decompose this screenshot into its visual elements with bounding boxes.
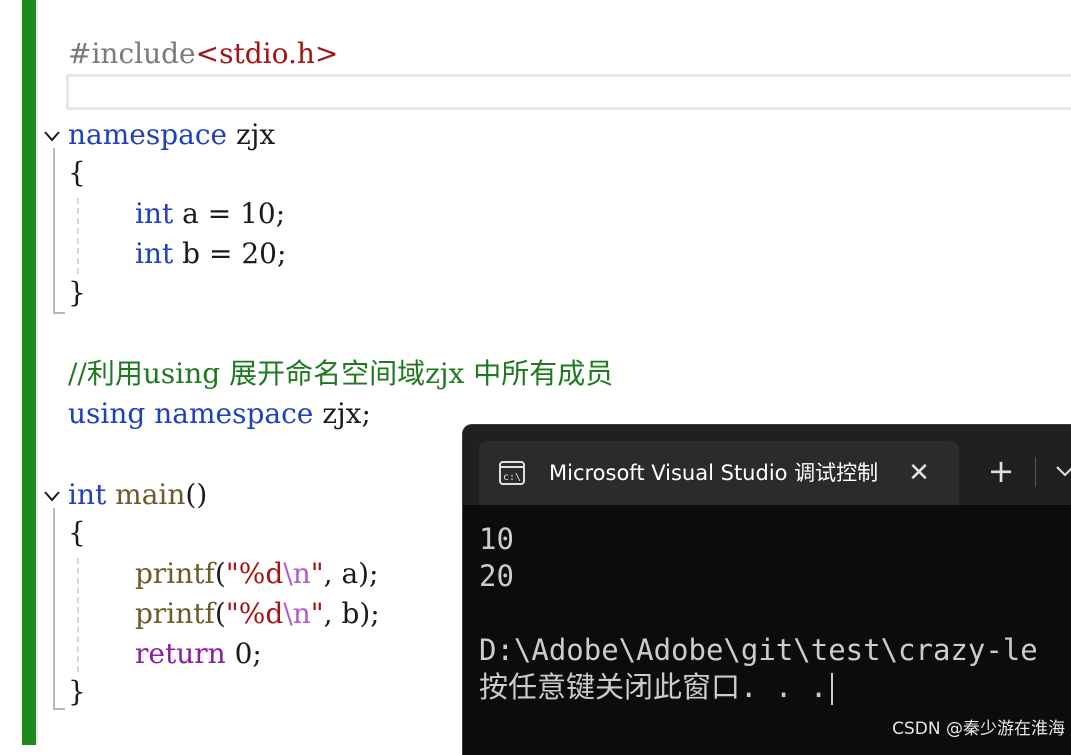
fold-end-main bbox=[53, 708, 65, 710]
using-line[interactable]: using namespace zjx; bbox=[68, 396, 371, 432]
format-string-end: " bbox=[310, 597, 324, 630]
gutter-divider bbox=[36, 0, 38, 745]
output-line: 10 bbox=[479, 522, 514, 556]
include-directive: #include bbox=[68, 37, 196, 70]
main-parens: () bbox=[185, 478, 208, 511]
return-value: 0; bbox=[225, 637, 262, 670]
include-line[interactable]: #include<stdio.h> bbox=[68, 36, 338, 72]
namespace-name: zjx bbox=[227, 118, 276, 151]
namespace-keyword: namespace bbox=[68, 118, 228, 151]
fold-end-namespace bbox=[53, 312, 65, 314]
new-tab-button[interactable]: + bbox=[983, 453, 1019, 489]
fold-guide-namespace bbox=[53, 148, 55, 314]
namespace-line[interactable]: namespace zjx bbox=[68, 117, 275, 153]
return-line[interactable]: return 0; bbox=[135, 636, 262, 672]
watermark: CSDN @秦少游在淮海 bbox=[892, 719, 1065, 739]
return-keyword: return bbox=[135, 637, 226, 670]
escape-seq: \n bbox=[283, 557, 311, 590]
format-string: "%d bbox=[225, 557, 284, 590]
svg-text:c:\: c:\ bbox=[503, 472, 521, 483]
int-keyword: int bbox=[135, 237, 174, 270]
current-line-highlight[interactable] bbox=[66, 74, 1071, 110]
debug-console-window[interactable]: c:\ Microsoft Visual Studio 调试控制台 ✕ + 10… bbox=[462, 424, 1071, 755]
include-header: <stdio.h> bbox=[195, 37, 339, 70]
comment-line[interactable]: //利用using 展开命名空间域zjx 中所有成员 bbox=[68, 356, 613, 392]
int-a-decl: a = 10; bbox=[173, 197, 286, 230]
main-close-brace[interactable]: } bbox=[68, 674, 86, 710]
output-line: 20 bbox=[479, 559, 514, 593]
int-a-line[interactable]: int a = 10; bbox=[135, 196, 285, 232]
close-icon[interactable]: ✕ bbox=[903, 457, 935, 489]
chevron-down-icon[interactable] bbox=[42, 486, 62, 506]
chevron-down-icon[interactable] bbox=[1051, 457, 1071, 485]
main-function: main bbox=[106, 478, 186, 511]
int-b-line[interactable]: int b = 20; bbox=[135, 236, 286, 272]
console-titlebar[interactable]: c:\ Microsoft Visual Studio 调试控制台 ✕ + bbox=[463, 425, 1071, 505]
int-b-decl: b = 20; bbox=[173, 237, 287, 270]
format-string-end: " bbox=[310, 557, 324, 590]
printf-function: printf bbox=[135, 597, 215, 630]
chevron-down-icon[interactable] bbox=[42, 126, 62, 146]
main-open-brace[interactable]: { bbox=[68, 515, 86, 551]
prompt-text: 按任意键关闭此窗口. . . bbox=[479, 670, 828, 704]
console-output[interactable]: 10 20 D:\Adobe\Adobe\git\test\crazy-le 按任意… bbox=[479, 521, 1071, 706]
console-tab[interactable]: c:\ Microsoft Visual Studio 调试控制台 ✕ bbox=[479, 441, 959, 505]
int-keyword: int bbox=[68, 478, 107, 511]
printf-function: printf bbox=[135, 557, 215, 590]
indent-guide bbox=[77, 198, 79, 274]
using-keyword: using bbox=[68, 397, 146, 430]
paren: ( bbox=[214, 597, 226, 630]
printf-a-line[interactable]: printf("%d\n", a); bbox=[135, 556, 379, 592]
int-keyword: int bbox=[135, 197, 174, 230]
using-target: zjx; bbox=[313, 397, 371, 430]
main-line[interactable]: int main() bbox=[68, 477, 207, 513]
format-string: "%d bbox=[225, 597, 284, 630]
prompt-line: 按任意键关闭此窗口. . . bbox=[479, 669, 1071, 706]
printf-args: , b); bbox=[323, 597, 380, 630]
namespace-keyword: namespace bbox=[145, 397, 314, 430]
paren: ( bbox=[214, 557, 226, 590]
titlebar-separator bbox=[1035, 457, 1036, 487]
console-tab-title: Microsoft Visual Studio 调试控制台 bbox=[549, 461, 879, 485]
printf-b-line[interactable]: printf("%d\n", b); bbox=[135, 596, 380, 632]
namespace-open-brace[interactable]: { bbox=[68, 155, 86, 191]
text-cursor bbox=[831, 673, 834, 705]
indent-guide bbox=[77, 558, 79, 672]
printf-args: , a); bbox=[323, 557, 379, 590]
change-indicator-bar bbox=[22, 0, 36, 745]
fold-guide-main bbox=[53, 508, 55, 710]
console-icon: c:\ bbox=[499, 461, 525, 485]
escape-seq: \n bbox=[283, 597, 311, 630]
exit-path-line: D:\Adobe\Adobe\git\test\crazy-le bbox=[479, 633, 1038, 667]
namespace-close-brace[interactable]: } bbox=[68, 275, 86, 311]
